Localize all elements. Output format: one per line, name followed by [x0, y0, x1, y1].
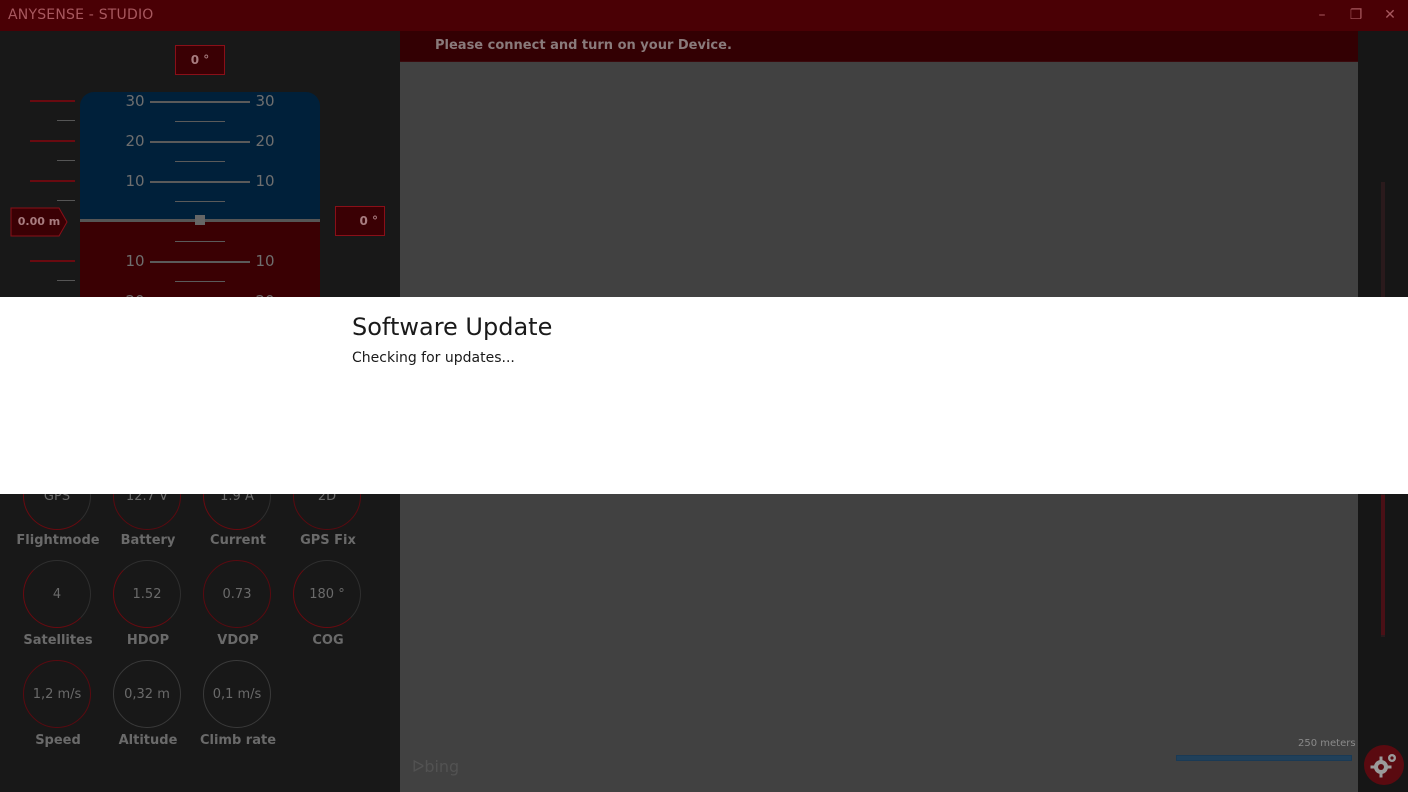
- pitch-minor-line: [175, 121, 225, 122]
- pitch-minor-line: [175, 281, 225, 282]
- aircraft-marker: [195, 215, 205, 225]
- gear-icon: [1370, 754, 1396, 778]
- altitude-tick: [30, 140, 75, 142]
- speed-label: Speed: [35, 733, 81, 748]
- software-update-dialog: Software Update Checking for updates...: [0, 297, 1408, 494]
- satellites-gauge: 4: [23, 560, 91, 628]
- map-scale-bar: [1176, 755, 1352, 761]
- cog-label: COG: [312, 633, 344, 648]
- pitch-label: 20: [125, 132, 145, 150]
- pitch-minor-line: [175, 241, 225, 242]
- climb-rate-label: Climb rate: [199, 733, 277, 748]
- altitude-label: Altitude: [118, 733, 178, 748]
- title-bar: ANYSENSE - STUDIO – ❐ ✕: [0, 0, 1408, 31]
- altitude-tick: [57, 120, 75, 121]
- close-icon[interactable]: ✕: [1380, 5, 1400, 25]
- bing-logo-mark: ᐅ: [412, 757, 425, 776]
- bing-logo-icon: ᐅbing: [412, 757, 459, 776]
- altitude-tick: [57, 160, 75, 161]
- current-label: Current: [210, 533, 266, 548]
- pitch-label: 30: [255, 92, 275, 110]
- dialog-message: Checking for updates...: [352, 350, 515, 366]
- altitude-tick: [30, 180, 75, 182]
- climb-rate-gauge: 0,1 m/s: [203, 660, 271, 728]
- altitude-tick: [57, 200, 75, 201]
- battery-label: Battery: [120, 533, 176, 548]
- artificial-horizon: 30 30 20 20 10 10 10 10 20 20: [80, 92, 320, 312]
- minimize-icon[interactable]: –: [1312, 5, 1332, 25]
- pitch-line: [150, 181, 250, 183]
- gps-fix-label: GPS Fix: [300, 533, 356, 548]
- maximize-icon[interactable]: ❐: [1346, 5, 1366, 25]
- dialog-title: Software Update: [352, 313, 553, 341]
- pitch-label: 10: [255, 172, 275, 190]
- altitude-gauge: 0,32 m: [113, 660, 181, 728]
- pitch-line: [150, 261, 250, 263]
- pitch-minor-line: [175, 161, 225, 162]
- roll-readout: 0 °: [335, 206, 385, 236]
- altitude-tick: [30, 100, 75, 102]
- settings-button[interactable]: [1364, 745, 1404, 785]
- connection-status-bar: Please connect and turn on your Device.: [400, 31, 1358, 62]
- altitude-tick: [57, 280, 75, 281]
- pitch-label: 10: [255, 252, 275, 270]
- scrollbar-thumb[interactable]: [1381, 495, 1385, 635]
- vdop-gauge: 0.73: [203, 560, 271, 628]
- hdop-label: HDOP: [126, 633, 170, 648]
- pitch-minor-line: [175, 201, 225, 202]
- satellites-label: Satellites: [23, 633, 93, 648]
- pitch-label: 20: [255, 132, 275, 150]
- map-scale-label: 250 meters: [1298, 738, 1356, 749]
- pitch-label: 10: [125, 252, 145, 270]
- vdop-label: VDOP: [217, 633, 259, 648]
- altitude-readout: 0.00 m: [17, 215, 61, 228]
- bing-logo-text: bing: [424, 757, 460, 776]
- speed-gauge: 1,2 m/s: [23, 660, 91, 728]
- heading-readout: 0 °: [175, 45, 225, 75]
- pitch-label: 30: [125, 92, 145, 110]
- hdop-gauge: 1.52: [113, 560, 181, 628]
- pitch-label: 10: [125, 172, 145, 190]
- connection-status-text: Please connect and turn on your Device.: [435, 38, 732, 53]
- flightmode-label: Flightmode: [16, 533, 100, 548]
- pitch-line: [150, 141, 250, 143]
- app-title: ANYSENSE - STUDIO: [8, 7, 154, 23]
- altitude-tick: [30, 260, 75, 262]
- pitch-line: [150, 101, 250, 103]
- cog-gauge: 180 °: [293, 560, 361, 628]
